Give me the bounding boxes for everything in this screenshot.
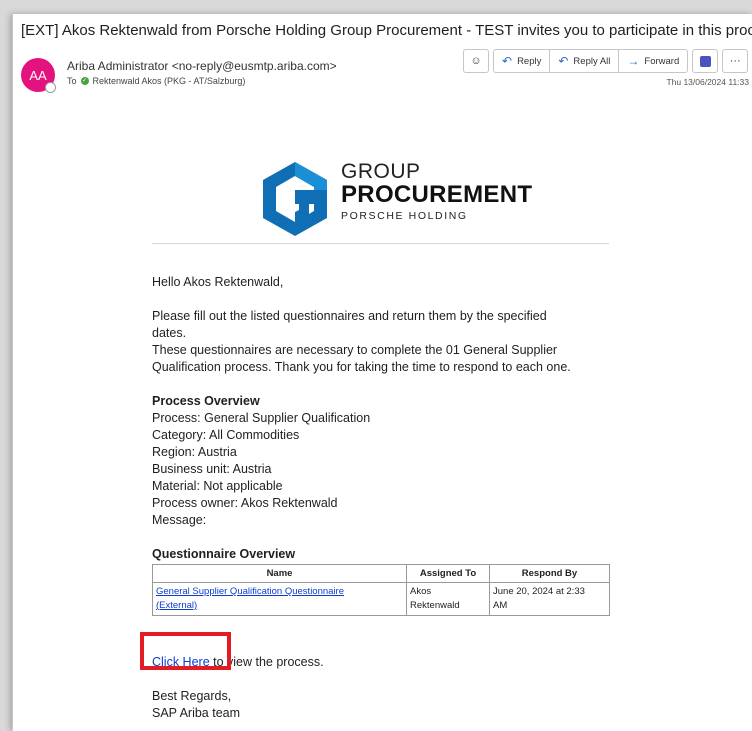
message-field: Message:	[152, 513, 207, 527]
process-field: Process: General Supplier Qualification	[152, 411, 371, 425]
region-field: Region: Austria	[152, 445, 237, 459]
forward-arrow-icon: →	[627, 54, 640, 68]
respond-by-cell: June 20, 2024 at 2:33 AM	[489, 582, 610, 616]
greeting: Hello Akos Rektenwald,	[152, 275, 284, 289]
reply-all-label: Reply All	[573, 55, 611, 67]
table-row: General Supplier Qualification Questionn…	[152, 582, 610, 616]
questionnaire-link-text: General Supplier Qualification Questionn…	[156, 586, 344, 597]
sender-avatar[interactable]: AA	[21, 58, 56, 93]
message-toolbar: ☺ ↶ Reply ↶ Reply All → Forward ···	[463, 49, 749, 73]
process-overview: Process Overview Process: General Suppli…	[152, 393, 612, 529]
smiley-icon: ☺	[470, 55, 482, 67]
assigned-to-cell: Akos Rektenwald	[406, 582, 490, 616]
questionnaire-link[interactable]: General Supplier Qualification Questionn…	[156, 586, 344, 611]
recipient-line: To ✓ Rektenwald Akos (PKG - AT/Salzburg)	[67, 76, 245, 86]
intro-line: Please fill out the listed questionnaire…	[152, 309, 547, 323]
questionnaire-link-text: (External)	[156, 600, 198, 611]
email-window: [EXT] Akos Rektenwald from Porsche Holdi…	[12, 14, 752, 731]
category-field: Category: All Commodities	[152, 428, 300, 442]
recipient-name[interactable]: Rektenwald Akos (PKG - AT/Salzburg)	[93, 76, 246, 86]
more-actions-button[interactable]: ···	[722, 49, 749, 73]
presence-icon	[45, 82, 56, 93]
column-header-assigned-to: Assigned To	[406, 564, 490, 583]
reply-button[interactable]: ↶ Reply	[494, 50, 551, 72]
header-divider	[152, 243, 609, 244]
process-overview-title: Process Overview	[152, 394, 260, 408]
table-header-row: Name Assigned To Respond By	[152, 564, 610, 583]
reply-arrow-icon: ↶	[502, 54, 513, 68]
assigned-to-text: Rektenwald	[410, 600, 460, 611]
signature-line: SAP Ariba team	[152, 706, 241, 720]
intro-paragraph: Please fill out the listed questionnaire…	[152, 308, 612, 376]
logo-line-porsche-holding: PORSCHE HOLDING	[341, 210, 468, 222]
business-unit-field: Business unit: Austria	[152, 462, 272, 476]
signature-line: Best Regards,	[152, 689, 232, 703]
more-icon: ···	[729, 55, 741, 67]
reply-all-arrow-icon: ↶	[558, 54, 569, 68]
reply-label: Reply	[517, 55, 542, 67]
intro-line: These questionnaires are necessary to co…	[152, 343, 558, 357]
logo-line-procurement: PROCUREMENT	[341, 181, 533, 208]
avatar-initials: AA	[29, 67, 47, 83]
questionnaire-overview-title: Questionnaire Overview	[152, 547, 296, 561]
questionnaire-table: Name Assigned To Respond By General Supp…	[152, 564, 610, 616]
process-owner-field: Process owner: Akos Rektenwald	[152, 496, 338, 510]
hexagon-g-logo-icon	[263, 162, 327, 236]
column-header-name: Name	[152, 564, 407, 583]
respond-by-text: AM	[493, 600, 508, 611]
logo-wordmark: GROUP PROCUREMENT PORSCHE HOLDING	[341, 160, 533, 222]
forward-button[interactable]: → Forward	[619, 50, 687, 72]
email-subject: [EXT] Akos Rektenwald from Porsche Holdi…	[21, 22, 752, 39]
teams-icon	[699, 55, 711, 67]
teams-share-button[interactable]	[692, 49, 719, 73]
reply-button-group: ↶ Reply ↶ Reply All → Forward	[493, 49, 689, 73]
forward-label: Forward	[644, 55, 680, 67]
questionnaire-name-cell: General Supplier Qualification Questionn…	[152, 582, 407, 616]
respond-by-text: June 20, 2024 at 2:33	[493, 586, 585, 597]
column-header-respond-by: Respond By	[489, 564, 610, 583]
available-status-icon: ✓	[80, 77, 89, 85]
material-field: Material: Not applicable	[152, 479, 283, 493]
logo-line-group: GROUP	[341, 160, 421, 183]
reply-all-button[interactable]: ↶ Reply All	[550, 50, 620, 72]
received-date: Thu 13/06/2024 11:33	[666, 77, 749, 87]
group-procurement-logo: GROUP PROCUREMENT PORSCHE HOLDING	[259, 152, 532, 242]
intro-line: dates.	[152, 326, 187, 340]
intro-line: Qualification process. Thank you for tak…	[152, 360, 571, 374]
emoji-reaction-button[interactable]: ☺	[463, 49, 489, 73]
signature: Best Regards, SAP Ariba team	[152, 688, 240, 722]
to-label: To	[67, 76, 77, 86]
assigned-to-text: Akos	[410, 586, 432, 597]
highlight-box	[140, 632, 231, 670]
sender-address[interactable]: Ariba Administrator <no-reply@eusmtp.ari…	[67, 59, 337, 73]
